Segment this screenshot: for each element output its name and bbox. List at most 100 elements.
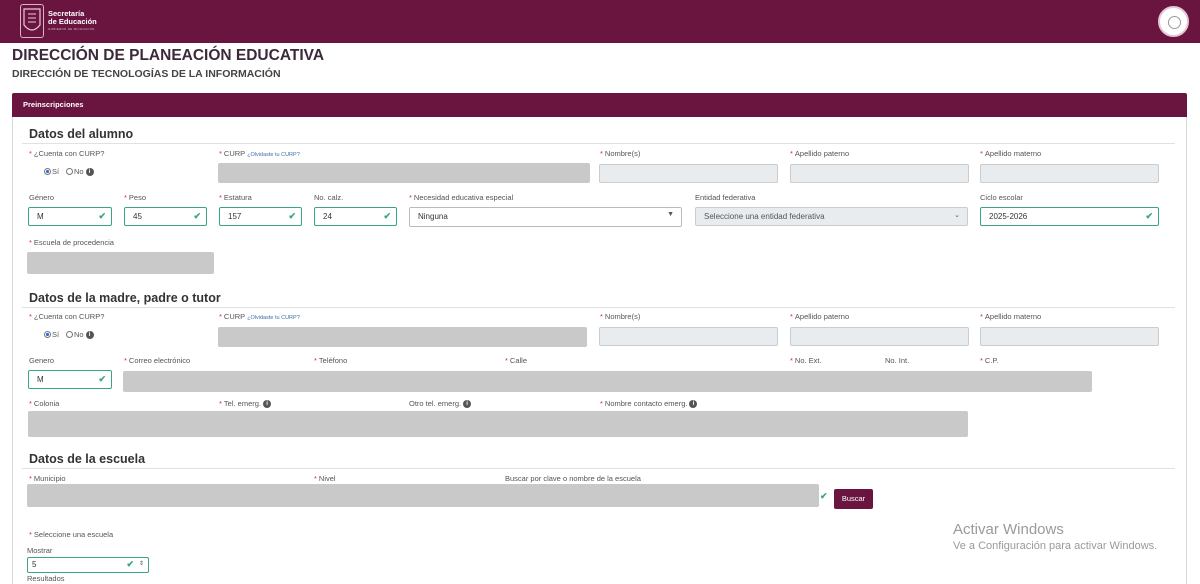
section-title-tutor: Datos de la madre, padre o tutor (29, 291, 221, 305)
radio-icon (66, 168, 73, 175)
alumno-calzado-label: No. calz. (314, 193, 344, 202)
escuela-nivel-label: * Nivel (314, 474, 336, 483)
info-icon[interactable]: i (263, 400, 272, 409)
check-icon: ✔ (288, 211, 296, 221)
info-icon[interactable]: i (689, 400, 698, 409)
tutor-otro-tel-label: Otro tel. emerg. i (409, 399, 472, 409)
brand-government-line: GOBIERNO DE MICHOACÁN (48, 27, 95, 31)
chevron-down-icon: ⌄ (954, 212, 960, 219)
mostrar-label: Mostrar (27, 546, 53, 555)
buscar-button[interactable]: Buscar (834, 489, 873, 509)
alumno-ciclo-select[interactable]: 2025-2026 ✔ (980, 207, 1159, 226)
brand-name-line2: de Educación (48, 17, 97, 26)
check-icon: ✔ (98, 211, 106, 221)
tutor-nombre-contacto-label: * Nombre contacto emerg. i (600, 399, 698, 409)
card-header: Preinscripciones (12, 93, 1187, 117)
tutor-apellido-paterno-label: * Apellido paterno (790, 312, 850, 321)
user-avatar-icon[interactable] (1158, 6, 1189, 37)
alumno-peso-label: * Peso (124, 193, 147, 202)
alumno-apellido-paterno-input[interactable] (790, 164, 969, 183)
alumno-apellido-materno-label: * Apellido materno (980, 149, 1042, 158)
tutor-contact-address-inputs[interactable] (123, 371, 1092, 392)
radio-icon (66, 331, 73, 338)
alumno-genero-label: Género (29, 193, 55, 202)
tutor-curp-question-label: * ¿Cuenta con CURP? (29, 312, 105, 321)
section-title-escuela: Datos de la escuela (29, 452, 146, 466)
alumno-apellido-materno-input[interactable] (980, 164, 1159, 183)
tutor-curp-radio-si[interactable]: Sí (44, 330, 59, 339)
divider (22, 307, 1175, 308)
tutor-apellido-materno-input[interactable] (980, 327, 1159, 346)
alumno-curp-radio-no[interactable]: No i (66, 167, 94, 177)
tutor-curp-radio-no[interactable]: No i (66, 330, 94, 340)
card-body (12, 117, 1187, 584)
check-icon: ✔ (1145, 211, 1153, 221)
radio-selected-icon (44, 331, 51, 338)
alumno-entidad-select[interactable]: Seleccione una entidad federativa ⌄ (695, 207, 968, 226)
alumno-curp-radio-si[interactable]: Sí (44, 167, 59, 176)
tutor-colonia-label: * Colonia (29, 399, 60, 408)
alumno-peso-input[interactable]: 45 ✔ (124, 207, 207, 226)
updown-icon: ⇕ (138, 561, 144, 567)
page-title: DIRECCIÓN DE PLANEACIÓN EDUCATIVA (12, 47, 325, 64)
divider (22, 143, 1175, 144)
windows-activation-title: Activar Windows (953, 521, 1064, 538)
check-icon: ✔ (383, 211, 391, 221)
alumno-calzado-input[interactable]: 24 ✔ (314, 207, 397, 226)
windows-activation-text: Ve a Configuración para activar Windows. (953, 540, 1158, 552)
check-icon: ✔ (820, 491, 828, 501)
alumno-curp-label: * CURP ¿Olvidaste tu CURP? (219, 149, 300, 158)
top-bar: Secretaría de Educación GOBIERNO DE MICH… (0, 0, 1200, 43)
check-icon: ✔ (98, 374, 106, 384)
alumno-curp-question-label: * ¿Cuenta con CURP? (29, 149, 105, 158)
tutor-genero-select[interactable]: M ✔ (28, 370, 112, 389)
divider (22, 468, 1175, 469)
alumno-estatura-label: * Estatura (219, 193, 252, 202)
escuela-seleccione-label: * Seleccione una escuela (29, 530, 114, 539)
alumno-nombre-label: * Nombre(s) (600, 149, 641, 158)
check-icon: ✔ (126, 559, 134, 569)
alumno-apellido-paterno-label: * Apellido paterno (790, 149, 850, 158)
tutor-curp-label: * CURP ¿Olvidaste tu CURP? (219, 312, 300, 321)
resultados-label: Resultados (27, 574, 65, 583)
alumno-nombre-input[interactable] (599, 164, 778, 183)
alumno-entidad-label: Entidad federativa (695, 193, 756, 202)
mostrar-select[interactable]: 5 ✔ ⇕ (27, 557, 149, 573)
alumno-estatura-input[interactable]: 157 ✔ (219, 207, 302, 226)
tutor-calle-label: * Calle (505, 356, 528, 365)
forgot-curp-link[interactable]: ¿Olvidaste tu CURP? (247, 315, 300, 321)
alumno-genero-select[interactable]: M ✔ (28, 207, 112, 226)
tutor-correo-label: * Correo electrónico (124, 356, 191, 365)
info-icon[interactable]: i (463, 400, 472, 409)
tutor-apellido-materno-label: * Apellido materno (980, 312, 1042, 321)
page-subtitle: DIRECCIÓN DE TECNOLOGÍAS DE LA INFORMACI… (12, 68, 281, 80)
tutor-nombre-input[interactable] (599, 327, 778, 346)
alumno-escuela-procedencia-label: * Escuela de procedencia (29, 238, 114, 247)
tutor-no-ext-label: * No. Ext. (790, 356, 822, 365)
alumno-curp-input[interactable] (218, 163, 590, 183)
info-icon[interactable]: i (85, 331, 94, 340)
section-title-alumno: Datos del alumno (29, 127, 134, 141)
check-icon: ✔ (193, 211, 201, 221)
tutor-tel-emerg-label: * Tel. emerg. i (219, 399, 272, 409)
alumno-necesidad-select[interactable]: Ninguna ▼ (409, 207, 682, 227)
escuela-municipio-nivel-search-inputs[interactable] (27, 484, 819, 507)
tutor-nombre-label: * Nombre(s) (600, 312, 641, 321)
tutor-colonia-emergency-inputs[interactable] (28, 411, 968, 437)
escuela-buscar-label: Buscar por clave o nombre de la escuela (505, 474, 641, 483)
tutor-telefono-label: * Teléfono (314, 356, 348, 365)
caret-down-icon: ▼ (667, 211, 674, 218)
radio-selected-icon (44, 168, 51, 175)
alumno-ciclo-label: Ciclo escolar (980, 193, 1023, 202)
tutor-apellido-paterno-input[interactable] (790, 327, 969, 346)
alumno-necesidad-label: * Necesidad educativa especial (409, 193, 514, 202)
forgot-curp-link[interactable]: ¿Olvidaste tu CURP? (247, 152, 300, 158)
card-title: Preinscripciones (23, 100, 84, 109)
tutor-genero-label: Genero (29, 356, 55, 365)
info-icon[interactable]: i (85, 168, 94, 177)
escuela-municipio-label: * Municipio (29, 474, 66, 483)
alumno-escuela-procedencia-input[interactable] (27, 252, 214, 274)
tutor-no-int-label: No. Int. (885, 356, 910, 365)
state-seal-logo (20, 4, 44, 38)
tutor-curp-input[interactable] (218, 327, 587, 347)
